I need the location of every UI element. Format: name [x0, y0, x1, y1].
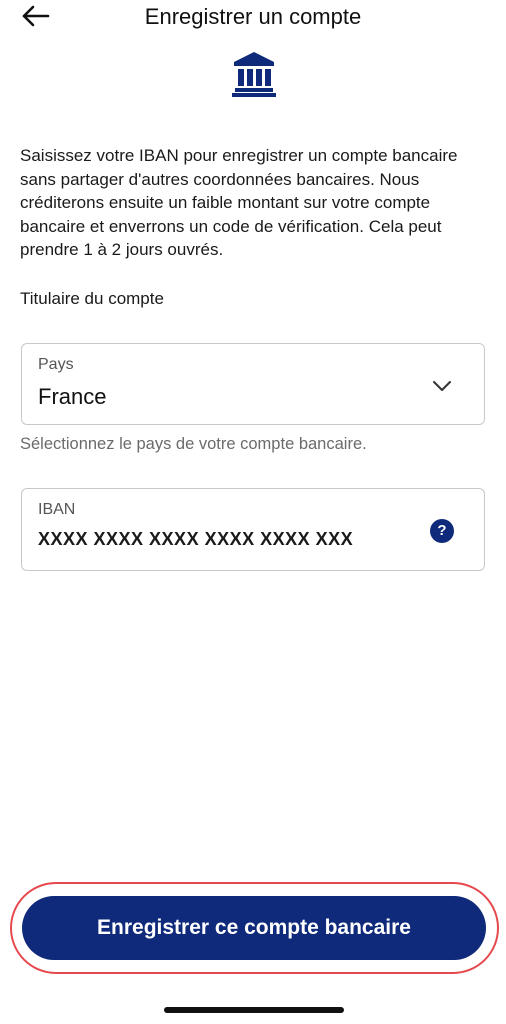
chevron-down-icon — [433, 381, 451, 391]
iban-input[interactable] — [36, 527, 420, 552]
question-circle-icon[interactable]: ? — [430, 519, 454, 543]
account-holder-label: Titulaire du compte — [20, 289, 164, 308]
home-indicator — [164, 1007, 344, 1013]
page-title: Enregistrer un compte — [144, 4, 362, 29]
header: Enregistrer un compte — [0, 0, 506, 40]
country-select[interactable]: Pays France — [21, 343, 485, 425]
iban-field[interactable]: IBAN ? — [21, 488, 485, 571]
bank-icon — [230, 50, 278, 98]
country-helper-text: Sélectionnez le pays de votre compte ban… — [20, 435, 367, 453]
save-bank-account-button[interactable]: Enregistrer ce compte bancaire — [22, 896, 486, 960]
description-text: Saisissez votre IBAN pour enregistrer un… — [20, 146, 458, 259]
iban-label: IBAN — [38, 501, 76, 518]
country-value: France — [38, 384, 107, 409]
country-label: Pays — [38, 356, 74, 373]
